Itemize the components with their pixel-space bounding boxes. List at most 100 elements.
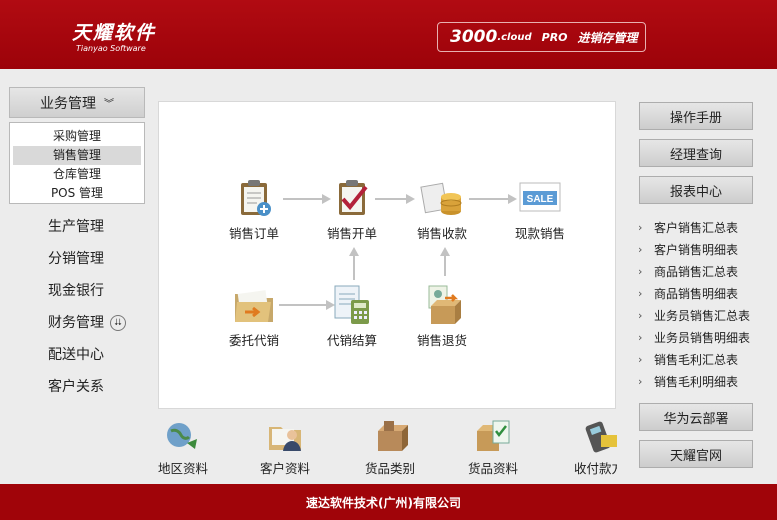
sidebar-item-label: 现金银行: [48, 283, 104, 299]
flow-connector: [444, 254, 446, 276]
report-link[interactable]: › 业务员销售汇总表: [638, 304, 750, 326]
folder-person-icon: [265, 417, 305, 455]
quick-label: 客户资料: [259, 461, 310, 476]
report-link[interactable]: › 商品销售汇总表: [638, 260, 750, 282]
chevron-right-icon: ›: [638, 330, 643, 344]
node-cash-sale[interactable]: SALE 现款销售: [500, 175, 580, 242]
return-box-icon: [419, 282, 465, 328]
sale-tag-text: SALE: [527, 194, 554, 205]
node-sales-receipt[interactable]: 销售收款: [402, 175, 482, 242]
chevron-right-icon: ›: [638, 286, 643, 300]
button-label: 天耀官网: [669, 448, 722, 464]
product-name: 进销存管理: [577, 30, 638, 45]
product-cloud-label: .cloud: [497, 31, 532, 43]
quick-label: 货品类别: [364, 461, 415, 476]
box-stack-icon: [370, 417, 410, 455]
report-link[interactable]: › 业务员销售明细表: [638, 326, 750, 348]
report-link[interactable]: › 客户销售明细表: [638, 238, 750, 260]
quick-goods-data[interactable]: 货品资料: [453, 417, 533, 477]
sidebar-item-cash-bank[interactable]: 现金银行: [48, 280, 126, 312]
product-badge: 3000 .cloud PRO 进销存管理: [437, 22, 646, 52]
report-label: 商品销售明细表: [654, 286, 739, 301]
manager-query-button[interactable]: 经理查询: [639, 139, 753, 167]
node-label: 销售开单: [326, 226, 377, 241]
sidebar-item-delivery[interactable]: 配送中心: [48, 344, 126, 376]
quick-customer-data[interactable]: 客户资料: [245, 417, 325, 477]
huawei-cloud-button[interactable]: 华为云部署: [639, 403, 753, 431]
node-label: 销售收款: [416, 226, 467, 241]
subnav-warehouse[interactable]: 仓库管理: [13, 165, 141, 184]
business-submenu: 采购管理 销售管理 仓库管理 POS 管理: [9, 122, 145, 204]
sidebar-item-label: 分销管理: [48, 251, 104, 267]
report-link[interactable]: › 销售毛利明细表: [638, 370, 750, 392]
button-label: 操作手册: [669, 110, 722, 126]
nav-business-label: 业务管理: [40, 95, 96, 112]
expand-circle-icon[interactable]: ⮇: [110, 315, 126, 331]
sidebar-item-distribution[interactable]: 分销管理: [48, 248, 126, 280]
sidebar-item-finance[interactable]: 财务管理 ⮇: [48, 312, 126, 344]
node-label: 委托代销: [228, 333, 279, 348]
sidebar-item-label: 生产管理: [48, 219, 104, 235]
card-terminal-icon: [581, 417, 617, 455]
globe-arrow-icon: [163, 417, 203, 455]
quick-region-data[interactable]: 地区资料: [143, 417, 223, 477]
report-label: 客户销售明细表: [654, 242, 739, 257]
clipboard-add-icon: [231, 175, 277, 221]
quick-label: 货品资料: [467, 461, 518, 476]
sidebar-item-label: 财务管理: [48, 315, 104, 331]
app-header: 天耀软件 Tianyao Software 3000 .cloud PRO 进销…: [0, 0, 777, 69]
node-sales-return[interactable]: 销售退货: [402, 282, 482, 349]
chevron-right-icon: ›: [638, 308, 643, 322]
calculator-document-icon: [329, 282, 375, 328]
node-label: 销售退货: [416, 333, 467, 348]
logo-chinese: 天耀软件: [72, 22, 157, 44]
node-sales-order[interactable]: 销售订单: [214, 175, 294, 242]
official-site-button[interactable]: 天耀官网: [639, 440, 753, 468]
folder-arrow-icon: [231, 282, 277, 328]
nav-business-management[interactable]: 业务管理 ︾: [9, 87, 145, 118]
node-consignment[interactable]: 委托代销: [214, 282, 294, 349]
node-consign-settle[interactable]: 代销结算: [312, 282, 392, 349]
quick-goods-category[interactable]: 货品类别: [350, 417, 430, 477]
product-version-number: 3000: [450, 27, 498, 47]
node-label: 销售订单: [228, 226, 279, 241]
quick-payment[interactable]: 收付款方: [557, 417, 617, 477]
button-label: 经理查询: [669, 147, 722, 163]
subnav-sales[interactable]: 销售管理: [13, 146, 141, 165]
chevron-right-icon: ›: [638, 374, 643, 388]
logo-english: Tianyao Software: [76, 44, 146, 53]
node-label: 现款销售: [514, 226, 565, 241]
chevron-right-icon: ›: [638, 220, 643, 234]
report-label: 商品销售汇总表: [654, 264, 739, 279]
quick-label: 地区资料: [157, 461, 208, 476]
arrow-up-icon: [440, 247, 450, 256]
report-link[interactable]: › 商品销售明细表: [638, 282, 750, 304]
clipboard-check-icon: [329, 175, 375, 221]
manual-button[interactable]: 操作手册: [639, 102, 753, 130]
report-label: 客户销售汇总表: [654, 220, 739, 235]
chevron-right-icon: ›: [638, 242, 643, 256]
sidebar-item-production[interactable]: 生产管理: [48, 216, 126, 248]
coins-icon: [419, 175, 465, 221]
report-label: 业务员销售汇总表: [654, 308, 751, 323]
report-link[interactable]: › 销售毛利汇总表: [638, 348, 750, 370]
report-label: 销售毛利明细表: [654, 374, 739, 389]
subnav-pos[interactable]: POS 管理: [13, 184, 141, 203]
sidebar-item-label: 客户关系: [48, 379, 104, 395]
report-label: 销售毛利汇总表: [654, 352, 739, 367]
double-chevron-down-icon: ︾: [104, 99, 114, 110]
app-footer: 速达软件技术(广州)有限公司: [0, 484, 777, 520]
quick-label: 收付款方: [574, 461, 617, 476]
company-name: 速达软件技术(广州)有限公司: [306, 495, 461, 510]
report-link[interactable]: › 客户销售汇总表: [638, 216, 750, 238]
company-logo: 天耀软件 Tianyao Software: [72, 18, 156, 53]
box-checklist-icon: [473, 417, 513, 455]
sidebar-nav: 生产管理 分销管理 现金银行 财务管理 ⮇ 配送中心 客户关系: [48, 216, 126, 408]
node-sales-invoice[interactable]: 销售开单: [312, 175, 392, 242]
report-center-button[interactable]: 报表中心: [639, 176, 753, 204]
chevron-right-icon: ›: [638, 352, 643, 366]
button-label: 华为云部署: [663, 411, 729, 427]
sidebar-item-crm[interactable]: 客户关系: [48, 376, 126, 408]
subnav-purchase[interactable]: 采购管理: [13, 127, 141, 146]
sales-flow-panel: 销售订单 销售开单 销售收款 SALE 现款销售 委托代销 代销结算 销售退货: [158, 101, 616, 409]
